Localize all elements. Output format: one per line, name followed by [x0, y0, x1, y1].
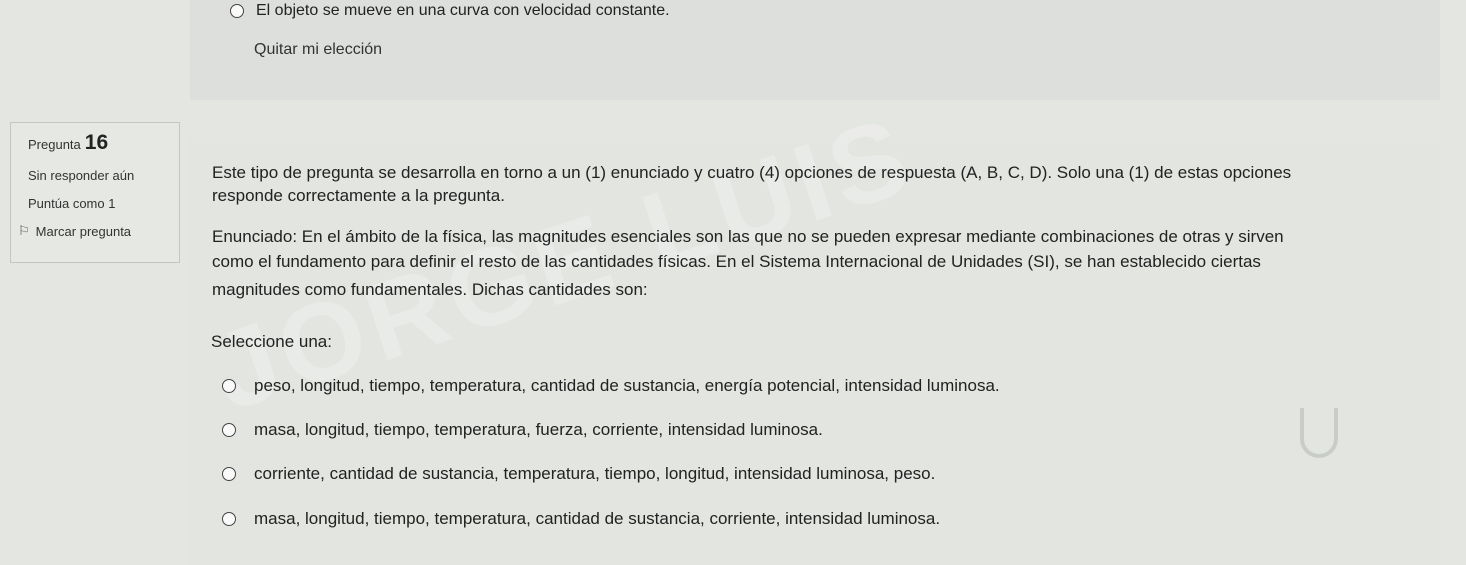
question-score: Puntúa como 1: [28, 196, 116, 211]
clear-choice-link[interactable]: Quitar mi elección: [254, 41, 382, 59]
previous-answer-option[interactable]: El objeto se mueve en una curva con velo…: [230, 2, 670, 20]
question-statement-line-1: Enunciado: En el ámbito de la física, la…: [212, 227, 1284, 246]
radio-button[interactable]: [222, 467, 236, 481]
question-number: 16: [84, 131, 109, 154]
question-statement-line-2: como el fundamento para definir el resto…: [212, 252, 1261, 271]
question-intro-line-2: responde correctamente a la pregunta.: [212, 186, 505, 205]
radio-button[interactable]: [222, 379, 236, 393]
question-heading: Pregunta 16: [28, 131, 179, 155]
answer-option-b[interactable]: masa, longitud, tiempo, temperatura, fue…: [222, 420, 823, 440]
answer-label: masa, longitud, tiempo, temperatura, fue…: [254, 420, 823, 439]
select-one-label: Seleccione una:: [211, 332, 332, 351]
logo-u-icon: [1300, 408, 1338, 458]
radio-button[interactable]: [222, 423, 236, 437]
question-info-box: Pregunta 16 Sin responder aún Puntúa como…: [10, 122, 180, 263]
flag-question-button[interactable]: ⚐ Marcar pregunta: [18, 223, 179, 239]
question-prefix: Pregunta: [28, 137, 81, 152]
answer-option-d[interactable]: masa, longitud, tiempo, temperatura, can…: [222, 509, 940, 529]
question-statement-line-3: magnitudes como fundamentales. Dichas ca…: [212, 280, 648, 299]
radio-button[interactable]: [222, 512, 236, 526]
flag-question-label: Marcar pregunta: [35, 223, 132, 239]
answer-label: peso, longitud, tiempo, temperatura, can…: [254, 376, 1000, 395]
answer-option-c[interactable]: corriente, cantidad de sustancia, temper…: [222, 464, 935, 484]
question-intro-line-1: Este tipo de pregunta se desarrolla en t…: [212, 163, 1292, 182]
answer-label: corriente, cantidad de sustancia, temper…: [254, 464, 936, 483]
answer-option-a[interactable]: peso, longitud, tiempo, temperatura, can…: [222, 376, 1000, 396]
question-status: Sin responder aún: [28, 168, 135, 183]
radio-button[interactable]: [230, 4, 244, 18]
flag-icon: ⚐: [18, 223, 30, 238]
answer-label: masa, longitud, tiempo, temperatura, can…: [254, 509, 941, 528]
previous-answer-label: El objeto se mueve en una curva con velo…: [256, 2, 670, 19]
university-logo: [1300, 408, 1338, 458]
